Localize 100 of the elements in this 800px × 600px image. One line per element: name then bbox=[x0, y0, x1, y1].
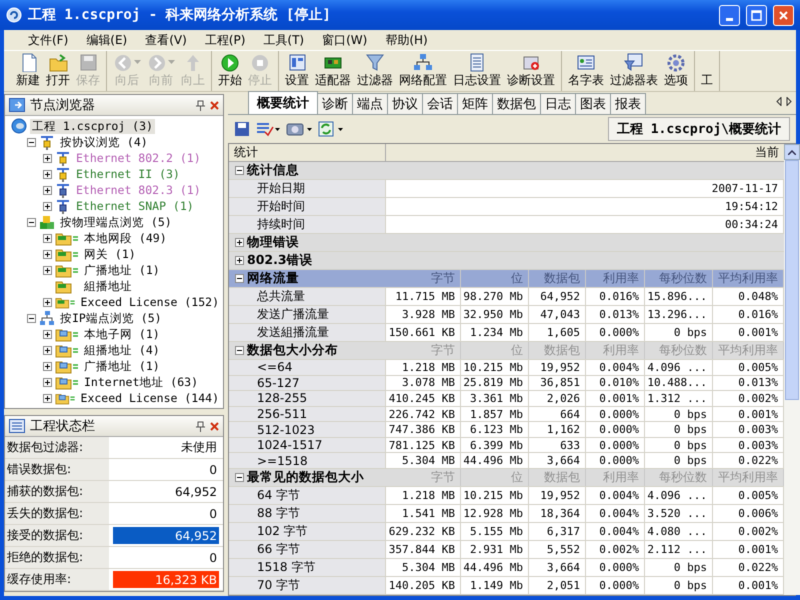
table-cell: 0 bps bbox=[645, 324, 713, 341]
expand-toggle[interactable] bbox=[43, 186, 52, 194]
list-check-button[interactable] bbox=[256, 121, 280, 137]
scroll-up-button[interactable] bbox=[784, 144, 800, 160]
toolbar-button[interactable]: 选项 bbox=[661, 51, 691, 91]
tree-item[interactable]: 广播地址 (1) bbox=[82, 358, 162, 374]
scrollbar-thumb[interactable] bbox=[785, 160, 799, 400]
table-cell: 0.004% bbox=[586, 487, 645, 504]
tree-item[interactable]: 广播地址 (1) bbox=[82, 262, 162, 278]
tree-item[interactable]: Ethernet SNAP (1) bbox=[74, 199, 196, 213]
expand-toggle[interactable] bbox=[235, 238, 244, 247]
tree-item[interactable]: Exceed License (144) bbox=[78, 391, 221, 405]
expand-toggle[interactable] bbox=[27, 314, 36, 322]
group-row[interactable]: 最常见的数据包大小 字节 位 数据包 利用率 每秒位数 平均利用率 bbox=[229, 469, 784, 488]
tree-item[interactable]: 按协议浏览 (4) bbox=[58, 134, 150, 150]
expand-toggle[interactable] bbox=[43, 266, 52, 274]
menu-item[interactable]: 工程(P) bbox=[196, 30, 254, 50]
tree-item[interactable]: 本地网段 (49) bbox=[82, 230, 169, 246]
tab[interactable]: 诊断 bbox=[317, 93, 353, 114]
tree-item[interactable]: Internet地址 (63) bbox=[82, 374, 200, 390]
toolbar-button[interactable]: 适配器 bbox=[312, 51, 354, 91]
menu-item[interactable]: 窗口(W) bbox=[314, 30, 376, 50]
tab[interactable]: 图表 bbox=[575, 93, 611, 114]
tree-item[interactable]: 网关 (1) bbox=[82, 246, 138, 262]
camera-button[interactable] bbox=[286, 121, 312, 137]
tab[interactable]: 概要统计 bbox=[248, 91, 318, 114]
group-row[interactable]: 数据包大小分布 字节 位 数据包 利用率 每秒位数 平均利用率 bbox=[229, 342, 784, 360]
expand-toggle[interactable] bbox=[43, 298, 52, 306]
pin-icon[interactable] bbox=[196, 100, 205, 110]
table-cell: 0.000% bbox=[586, 453, 645, 468]
tree-item[interactable]: 組播地址 (4) bbox=[82, 342, 162, 358]
toolbar-button[interactable]: 打开 bbox=[43, 51, 73, 91]
group-row[interactable]: 网络流量 字节 位 数据包 利用率 每秒位数 平均利用率 bbox=[229, 270, 784, 288]
expand-toggle[interactable] bbox=[235, 346, 244, 355]
toolbar-button[interactable]: 设置 bbox=[282, 51, 312, 91]
expand-toggle[interactable] bbox=[27, 218, 36, 226]
toolbar-button[interactable]: 开始 bbox=[215, 51, 245, 91]
menu-item[interactable]: 帮助(H) bbox=[377, 30, 436, 50]
group-row[interactable]: 物理错误 bbox=[229, 234, 784, 252]
close-icon[interactable] bbox=[210, 100, 219, 110]
tree-item[interactable]: 按物理端点浏览 (5) bbox=[58, 214, 174, 230]
toolbar-button[interactable]: 工 bbox=[698, 51, 716, 91]
tab[interactable]: 协议 bbox=[387, 93, 423, 114]
group-row[interactable]: 802.3错误 bbox=[229, 252, 784, 270]
group-title: 物理错误 bbox=[247, 234, 299, 251]
minimize-button[interactable] bbox=[719, 4, 740, 26]
expand-toggle[interactable] bbox=[43, 362, 52, 370]
menu-item[interactable]: 查看(V) bbox=[137, 30, 195, 50]
expand-toggle[interactable] bbox=[43, 202, 52, 210]
menu-item[interactable]: 编辑(E) bbox=[78, 30, 136, 50]
expand-toggle[interactable] bbox=[43, 346, 52, 354]
tab[interactable]: 矩阵 bbox=[457, 93, 493, 114]
expand-toggle[interactable] bbox=[235, 166, 244, 175]
column-header: 字节 bbox=[386, 342, 461, 359]
menu-item[interactable]: 工具(T) bbox=[255, 30, 312, 50]
expand-toggle[interactable] bbox=[235, 473, 244, 482]
pin-icon[interactable] bbox=[196, 420, 205, 432]
close-icon[interactable] bbox=[210, 422, 219, 430]
tab[interactable]: 数据包 bbox=[492, 93, 541, 114]
close-button[interactable] bbox=[773, 4, 794, 26]
tab[interactable]: 端点 bbox=[352, 93, 388, 114]
expand-toggle[interactable] bbox=[43, 394, 52, 402]
toolbar-button[interactable]: 日志设置 bbox=[450, 51, 504, 91]
tree-item[interactable]: 工程 1.cscproj (3) bbox=[30, 118, 155, 134]
toolbar-button[interactable]: 诊断设置 bbox=[504, 51, 558, 91]
tree-item[interactable]: Ethernet II (3) bbox=[74, 167, 182, 181]
group-row[interactable]: 统计信息 bbox=[229, 162, 784, 180]
expand-toggle[interactable] bbox=[43, 330, 52, 338]
expand-toggle[interactable] bbox=[43, 170, 52, 178]
refresh-button[interactable] bbox=[318, 121, 344, 137]
expand-toggle[interactable] bbox=[235, 274, 244, 283]
expand-toggle[interactable] bbox=[43, 250, 52, 258]
tree-item[interactable]: Ethernet 802.3 (1) bbox=[74, 183, 203, 197]
save-button[interactable] bbox=[234, 121, 250, 137]
expand-toggle[interactable] bbox=[43, 234, 52, 242]
toolbar-button[interactable]: 网络配置 bbox=[396, 51, 450, 91]
toolbar-button[interactable]: 过滤器 bbox=[354, 51, 396, 91]
left-arrow-icon[interactable] bbox=[776, 97, 782, 106]
tab[interactable]: 报表 bbox=[610, 93, 646, 114]
table-cell: 226.742 KB bbox=[386, 406, 461, 422]
menu-item[interactable]: 文件(F) bbox=[20, 30, 76, 50]
tree-item[interactable]: 按IP端点浏览 (5) bbox=[58, 310, 164, 326]
toolbar-button[interactable]: 新建 bbox=[13, 51, 43, 91]
column-header[interactable]: 统计 bbox=[229, 144, 386, 161]
column-header[interactable]: 当前 bbox=[386, 144, 784, 161]
row-label: 128-255 bbox=[229, 391, 386, 406]
tab[interactable]: 日志 bbox=[540, 93, 576, 114]
toolbar-button[interactable]: 过滤器表 bbox=[607, 51, 661, 91]
right-arrow-icon[interactable] bbox=[786, 97, 792, 106]
tab[interactable]: 会话 bbox=[422, 93, 458, 114]
expand-toggle[interactable] bbox=[235, 256, 244, 265]
expand-toggle[interactable] bbox=[43, 154, 52, 162]
tree-item[interactable]: Exceed License (152) bbox=[78, 295, 221, 309]
expand-toggle[interactable] bbox=[27, 138, 36, 146]
tree-item[interactable]: 本地子网 (1) bbox=[82, 326, 162, 342]
expand-toggle[interactable] bbox=[43, 378, 52, 386]
tree-item[interactable]: Ethernet 802.2 (1) bbox=[74, 151, 203, 165]
toolbar-button[interactable]: 名字表 bbox=[565, 51, 607, 91]
maximize-button[interactable] bbox=[746, 4, 767, 26]
tree-item[interactable]: 組播地址 bbox=[82, 278, 134, 294]
